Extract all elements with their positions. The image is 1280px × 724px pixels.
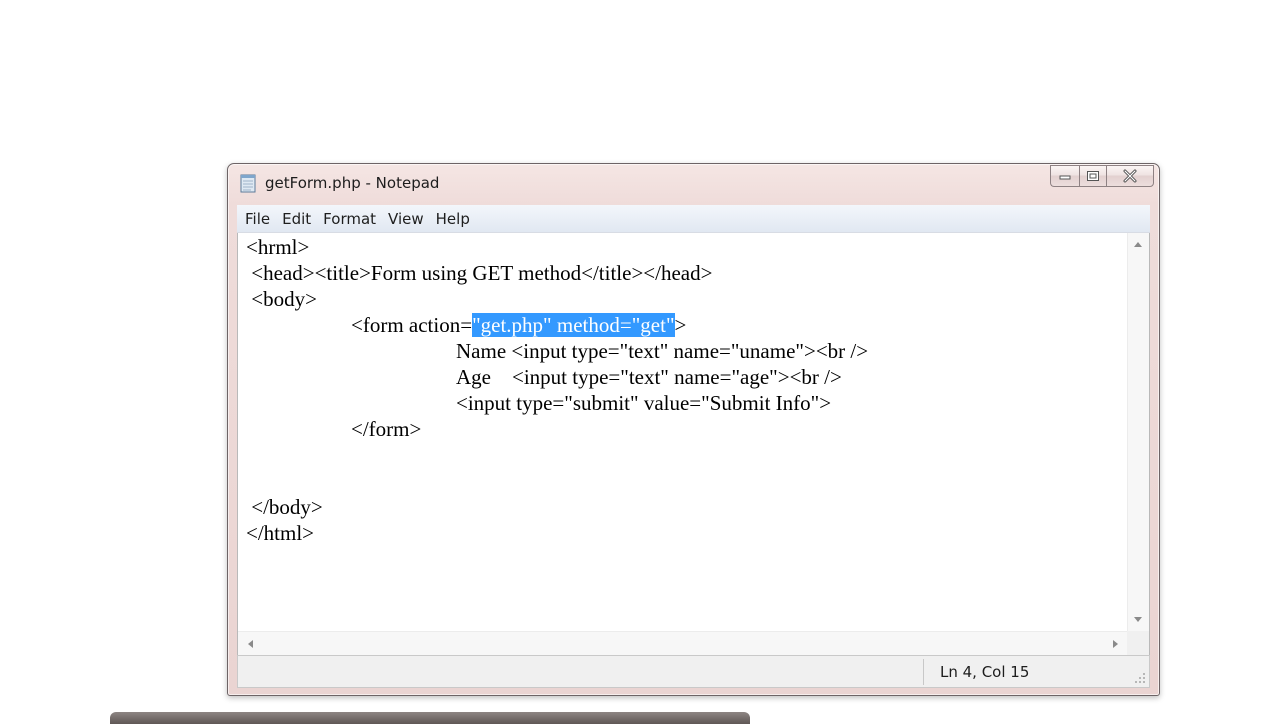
code-segment: Age <input type="text" name="age"><br />: [246, 365, 842, 389]
vertical-scrollbar[interactable]: [1127, 233, 1149, 631]
scroll-up-icon[interactable]: [1134, 242, 1142, 247]
selected-text: "get.php" method="get": [472, 313, 675, 337]
code-text: <hrml> <head><title>Form using GET metho…: [246, 234, 868, 546]
cursor-position: Ln 4, Col 15: [940, 663, 1030, 681]
code-segment: Name <input type="text" name="uname"><br…: [246, 339, 869, 363]
code-line: <body>: [246, 286, 868, 312]
notepad-window: getForm.php - Notepad File Edit Format V…: [227, 163, 1160, 696]
code-segment: >: [674, 313, 687, 337]
menu-edit[interactable]: Edit: [278, 205, 315, 233]
code-segment: <body>: [246, 287, 317, 311]
scroll-down-icon[interactable]: [1134, 617, 1142, 622]
background-window-edge: [110, 712, 750, 724]
caption-buttons: [1050, 165, 1154, 187]
menu-bar: File Edit Format View Help: [237, 205, 1150, 233]
text-area[interactable]: <hrml> <head><title>Form using GET metho…: [238, 233, 1128, 631]
code-line: <hrml>: [246, 234, 868, 260]
code-segment: <form action=: [246, 313, 473, 337]
code-line: <form action="get.php" method="get">: [246, 312, 868, 338]
menu-file[interactable]: File: [241, 205, 274, 233]
code-segment: </html>: [246, 521, 315, 545]
status-divider: [923, 659, 924, 685]
scrollbar-corner: [1127, 631, 1149, 655]
close-button[interactable]: [1106, 165, 1154, 187]
code-line: Name <input type="text" name="uname"><br…: [246, 338, 868, 364]
code-segment: <input type="submit" value="Submit Info"…: [246, 391, 832, 415]
notepad-icon: [240, 174, 256, 193]
code-line: </form>: [246, 416, 868, 442]
code-segment: <head><title>Form using GET method</titl…: [246, 261, 713, 285]
maximize-button[interactable]: [1079, 165, 1106, 187]
code-line: <input type="submit" value="Submit Info"…: [246, 390, 868, 416]
minimize-button[interactable]: [1050, 165, 1079, 187]
editor: <hrml> <head><title>Form using GET metho…: [237, 233, 1150, 655]
code-line: <head><title>Form using GET method</titl…: [246, 260, 868, 286]
minimize-icon: [1059, 175, 1071, 180]
code-line: </html>: [246, 520, 868, 546]
code-segment: </form>: [246, 417, 422, 441]
window-title: getForm.php - Notepad: [265, 174, 440, 192]
code-line: </body>: [246, 494, 868, 520]
code-segment: <hrml>: [246, 235, 310, 259]
title-bar[interactable]: getForm.php - Notepad: [228, 164, 1159, 204]
scroll-left-icon[interactable]: [248, 640, 253, 648]
maximize-icon: [1087, 171, 1099, 181]
code-segment: </body>: [246, 495, 323, 519]
scroll-right-icon[interactable]: [1113, 640, 1118, 648]
menu-view[interactable]: View: [384, 205, 428, 233]
resize-grip-icon[interactable]: [1134, 672, 1146, 684]
status-bar: Ln 4, Col 15: [237, 655, 1150, 688]
close-icon: [1123, 169, 1137, 183]
code-line: Age <input type="text" name="age"><br />: [246, 364, 868, 390]
horizontal-scrollbar[interactable]: [238, 631, 1128, 655]
menu-help[interactable]: Help: [432, 205, 474, 233]
menu-format[interactable]: Format: [319, 205, 380, 233]
